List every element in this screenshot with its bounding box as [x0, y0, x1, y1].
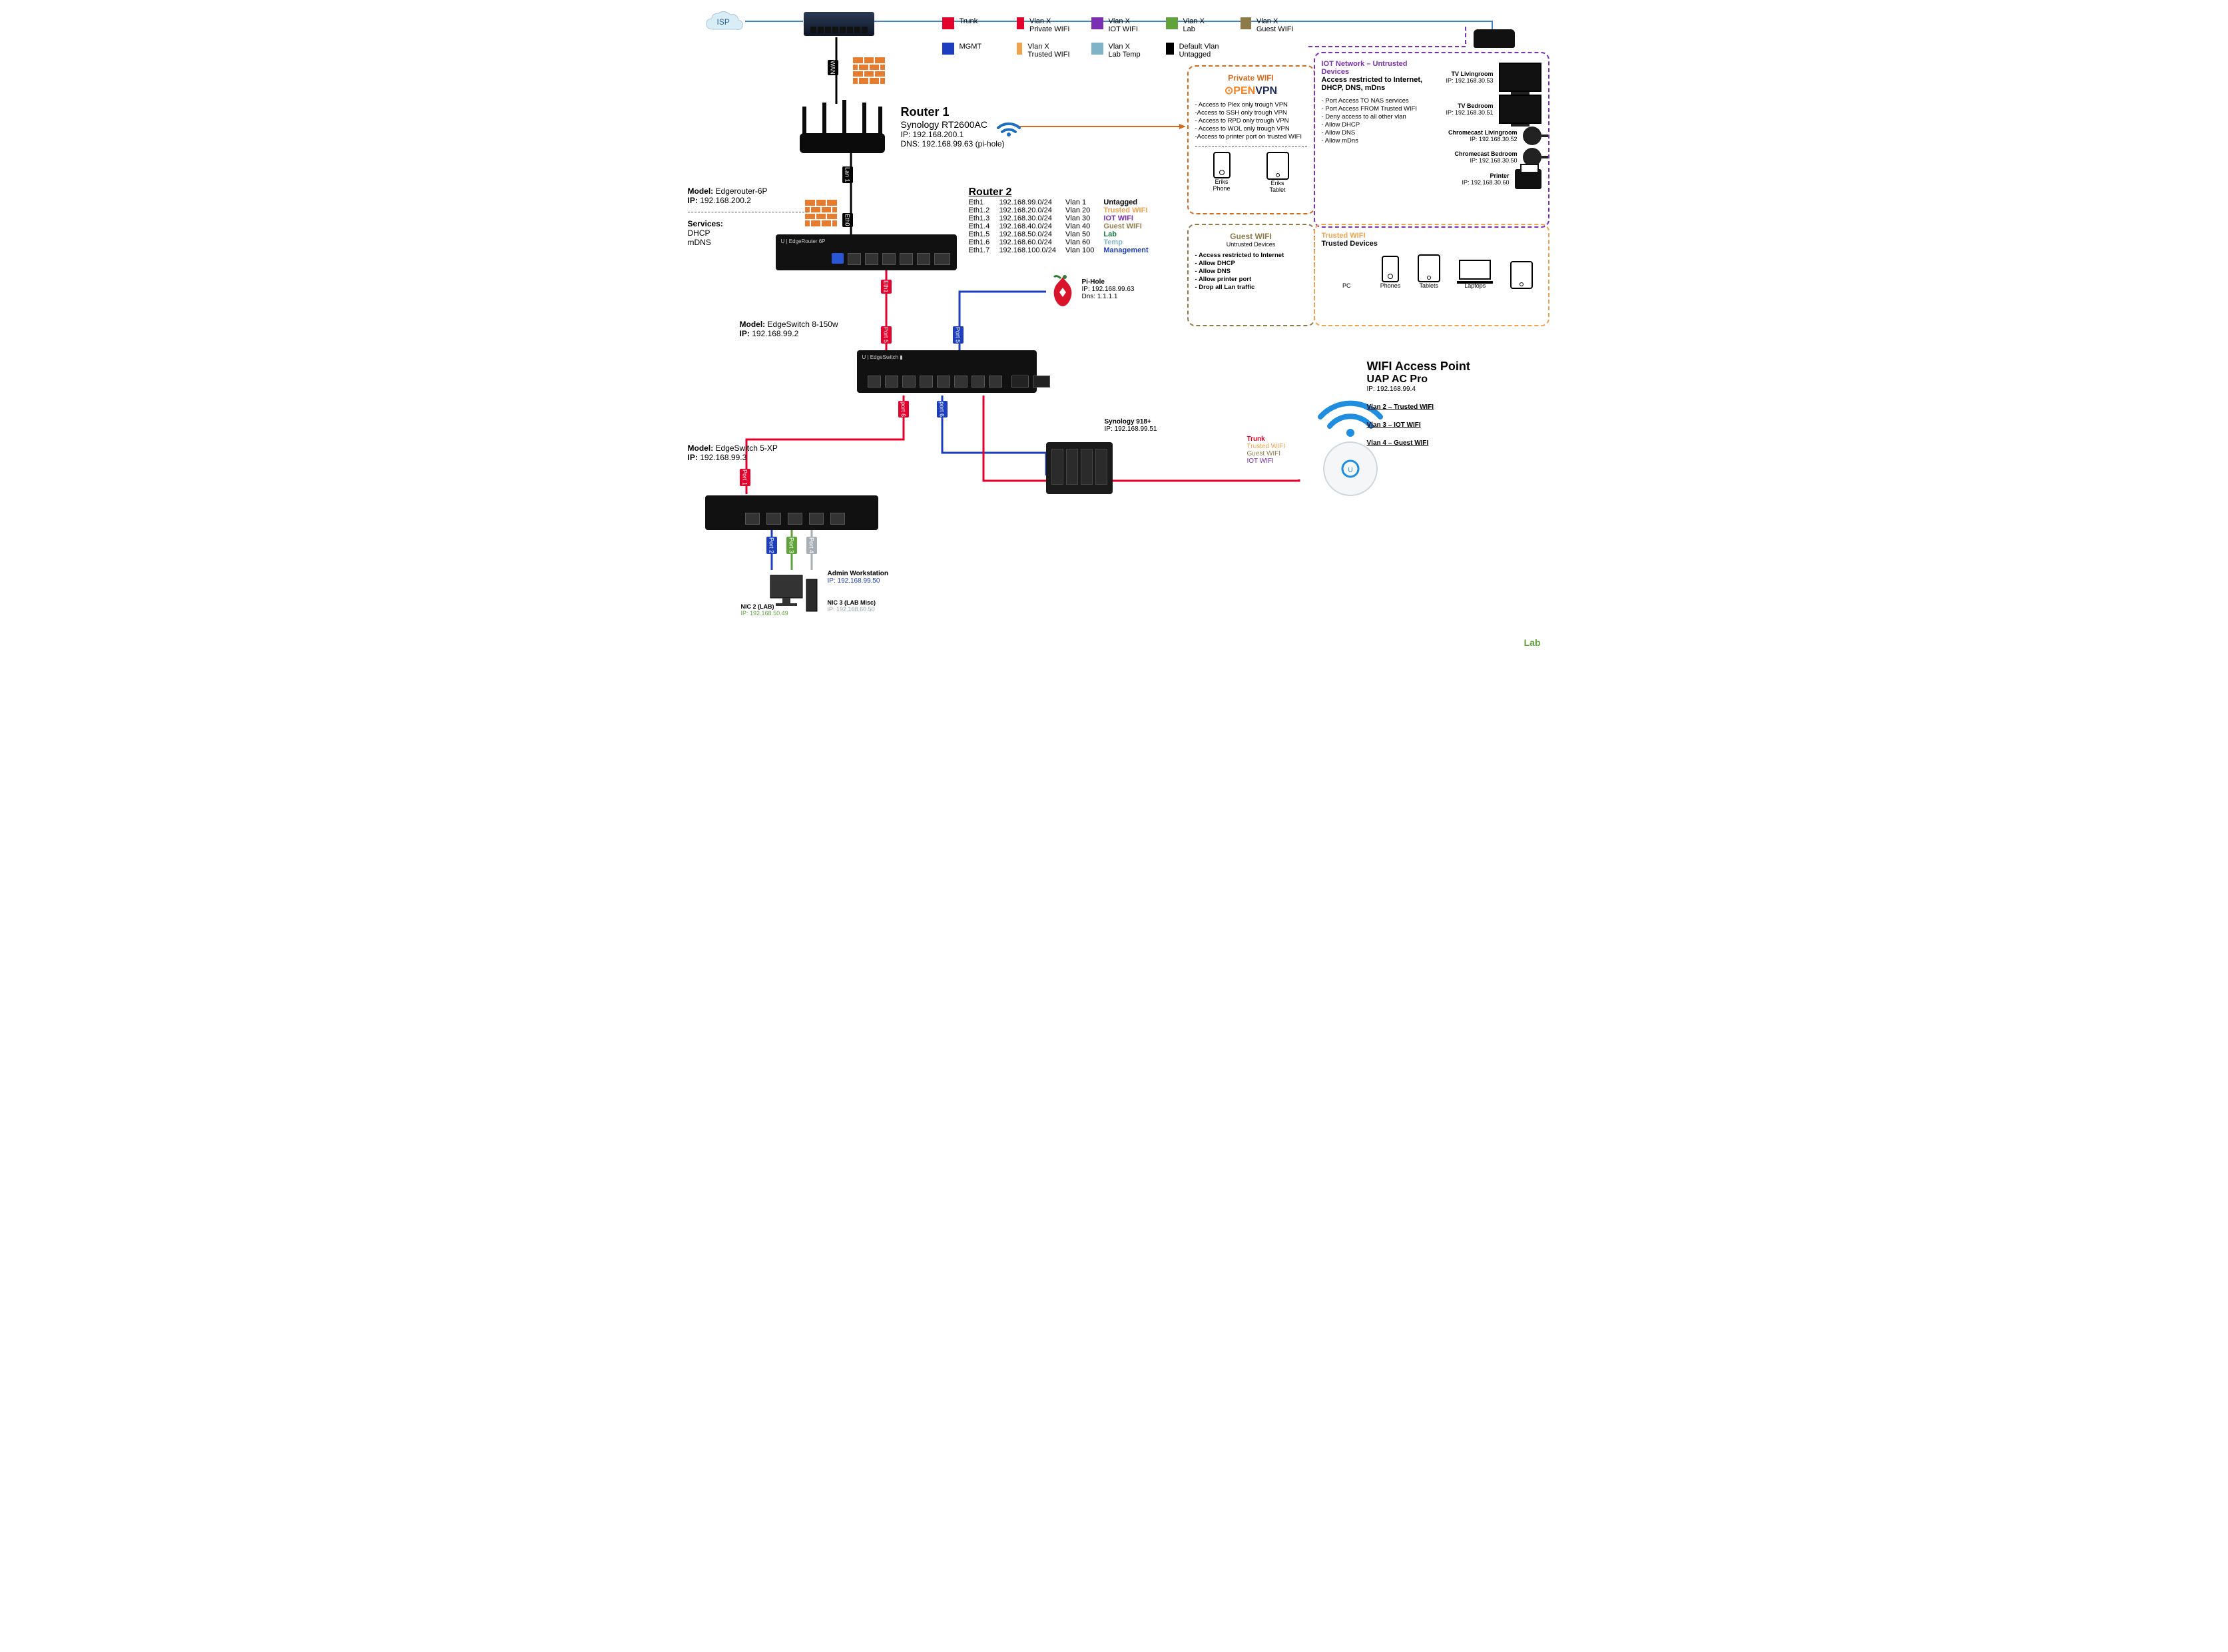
es150-icon: U | EdgeSwitch ▮	[857, 350, 1037, 393]
edgerouter-icon: U | EdgeRouter 6P	[776, 234, 957, 270]
firewall-icon	[853, 57, 885, 84]
router1-icon	[793, 100, 893, 163]
nas-info: Synology 918+ IP: 192.168.99.51	[1105, 418, 1157, 433]
nic2-info: NIC 2 (LAB) IP: 192.168.50.49	[741, 603, 788, 617]
nas-icon	[1046, 442, 1113, 494]
trusted-wifi-box: Trusted WIFI Trusted Devices PC Phones T…	[1314, 224, 1549, 326]
private-wifi-box: Private WIFI ⊙PENVPN - Access to Plex on…	[1187, 65, 1315, 214]
port-2-ws: Port 2	[766, 537, 777, 554]
es5-icon	[705, 495, 878, 530]
port-1-es5: Port 1	[740, 469, 750, 486]
port-5-trunk: Port 5	[881, 326, 892, 344]
port-eth0: Eth0	[842, 213, 853, 227]
port-lan1: Lan 1	[842, 166, 853, 183]
port-wan: WAN	[828, 60, 838, 75]
uplink-switch-icon	[804, 12, 874, 36]
port-eth1: Eth1	[881, 280, 892, 294]
legend: TrunkVlan X Private WIFIVlan X IOT WIFIV…	[942, 17, 1294, 59]
iot-box: IOT Network – Untrusted Devices Access r…	[1314, 52, 1549, 228]
wifi-icon	[995, 115, 1022, 137]
workstation-info: Admin Workstation IP: 192.168.99.50	[828, 570, 888, 585]
router2-info: Router 2 Eth1192.168.99.0/24Vlan 1Untagg…	[969, 186, 1158, 254]
port-6-mgmt: port 6	[937, 401, 948, 417]
firewall-icon	[805, 200, 837, 226]
es5-info: Model: EdgeSwitch 5-XP IP: 192.168.99.3	[688, 443, 778, 462]
nic3-info: NIC 3 (LAB Misc) IP: 192.168.60.50	[828, 599, 876, 613]
port-6-trunk: port 6	[898, 401, 909, 417]
ap-trunk-legend: Trunk Trusted WIFI Guest WIFI IOT WIFI	[1247, 435, 1285, 465]
es150-info: Model: EdgeSwitch 8-150w IP: 192.168.99.…	[740, 320, 838, 338]
router1-info: Router 1 Synology RT2600AC IP: 192.168.2…	[901, 105, 1005, 148]
guest-wifi-box: Guest WIFI Untrusted Devices - Access re…	[1187, 224, 1315, 326]
modem-icon	[1474, 29, 1515, 48]
ap-info: WIFI Access Point UAP AC Pro IP: 192.168…	[1367, 360, 1470, 447]
lab-tag: Lab	[1524, 637, 1541, 648]
port-5-mgmt: Port 5	[953, 326, 964, 344]
svg-text:U: U	[1348, 467, 1352, 474]
port-3-ws: Port 3	[786, 537, 797, 554]
pihole-icon	[1047, 274, 1078, 309]
pihole-info: Pi-Hole IP: 192.168.99.63 Dns: 1.1.1.1	[1082, 278, 1135, 300]
port-4-ws: Port 4	[806, 537, 817, 554]
